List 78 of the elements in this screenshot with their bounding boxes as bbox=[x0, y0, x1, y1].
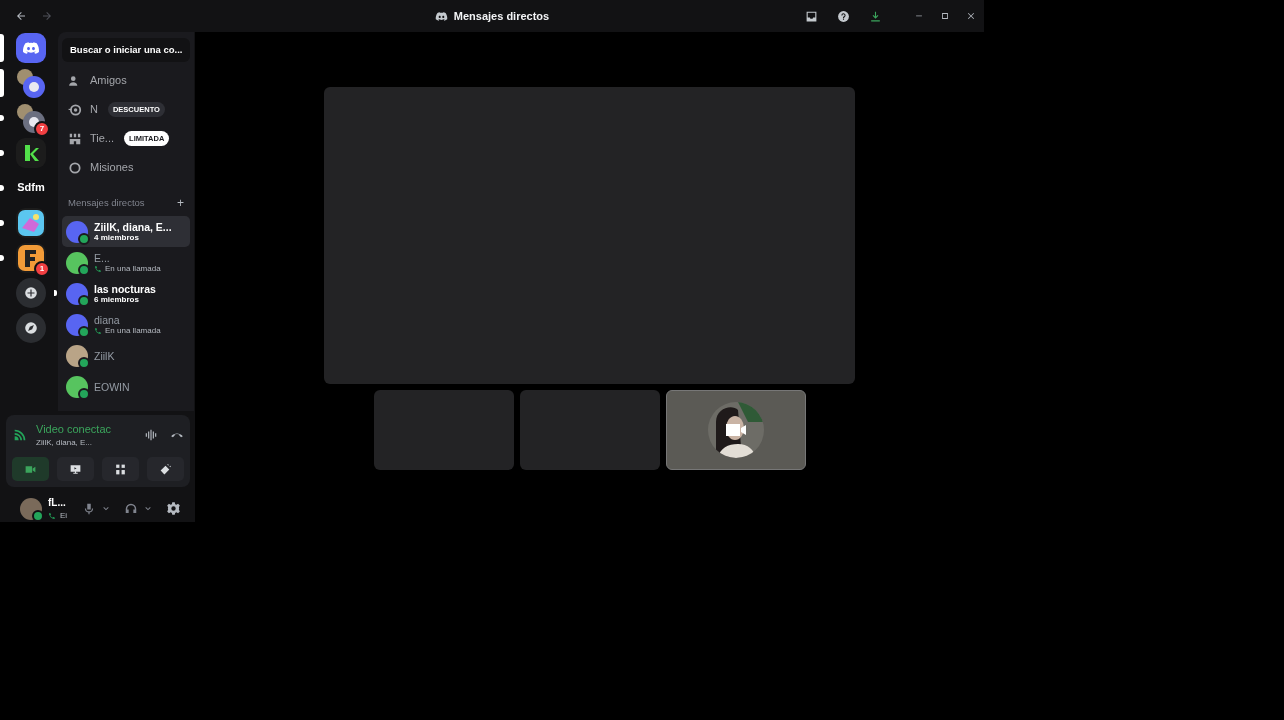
dm-subtitle: 4 miembros bbox=[94, 232, 139, 243]
download-icon bbox=[868, 9, 882, 23]
call-members: ZiilK, diana, E... bbox=[36, 437, 94, 449]
call-control-button[interactable] bbox=[57, 457, 94, 481]
nav-item[interactable]: N bbox=[62, 95, 104, 124]
add-server-button[interactable] bbox=[16, 277, 46, 308]
add-dm-button[interactable]: + bbox=[177, 194, 184, 212]
nav-item[interactable]: Misiones bbox=[62, 153, 140, 182]
online-status-icon bbox=[78, 263, 90, 276]
dm-item[interactable]: ZiilK, diana, E... 4 miembros bbox=[62, 216, 190, 247]
close-icon bbox=[966, 11, 976, 21]
home-button[interactable] bbox=[16, 32, 46, 63]
online-status-icon bbox=[78, 232, 90, 245]
shop-icon bbox=[68, 131, 82, 146]
online-status-icon bbox=[78, 294, 90, 307]
maximize-icon bbox=[940, 11, 950, 21]
window-title: Mensajes directos bbox=[453, 8, 550, 24]
dm-item[interactable]: EOWIN bbox=[62, 371, 190, 402]
dm-subtitle: 6 miembros bbox=[94, 294, 139, 305]
dm-item[interactable]: E... En una llamada bbox=[62, 247, 190, 278]
add-server-icon bbox=[24, 285, 38, 300]
noise-suppression-button[interactable] bbox=[144, 427, 158, 442]
options-caret-button[interactable] bbox=[102, 504, 110, 513]
username: fL... bbox=[48, 496, 67, 510]
call-control-button[interactable] bbox=[102, 457, 139, 481]
discover-button[interactable] bbox=[16, 312, 46, 343]
dm-name: EOWIN bbox=[94, 380, 130, 393]
dm-name: diana bbox=[94, 313, 121, 326]
logo bbox=[18, 244, 44, 271]
sound-wave-icon bbox=[144, 427, 158, 442]
dm-name: las nocturas bbox=[94, 282, 156, 295]
dm-subtitle: En una llamada bbox=[105, 263, 161, 274]
dm-name: ZiilK bbox=[94, 349, 115, 362]
nav-item[interactable]: Tie... bbox=[62, 124, 121, 153]
activities-icon bbox=[114, 462, 127, 476]
call-control-button[interactable] bbox=[147, 457, 184, 481]
options-caret-button[interactable] bbox=[144, 504, 152, 513]
caret-icon bbox=[102, 504, 110, 513]
deafen-button[interactable] bbox=[124, 501, 138, 516]
online-status-icon bbox=[78, 356, 90, 369]
discord-logo-icon bbox=[434, 9, 448, 23]
soundboard-icon bbox=[159, 462, 172, 476]
online-status-icon bbox=[78, 387, 90, 400]
dm-item[interactable]: diana En una llamada bbox=[62, 309, 190, 340]
search-button[interactable]: Buscar o iniciar una co... bbox=[62, 38, 190, 62]
connection-status: Video conectac bbox=[36, 421, 113, 437]
help-icon bbox=[836, 9, 850, 23]
online-status-icon bbox=[78, 325, 90, 338]
headphones-icon bbox=[124, 501, 138, 516]
settings-button[interactable] bbox=[166, 501, 181, 516]
section-heading: Mensajes directos bbox=[68, 195, 145, 210]
phone-icon bbox=[48, 512, 56, 520]
microphone-icon bbox=[82, 501, 96, 516]
nitro-icon bbox=[68, 102, 82, 117]
mute-button[interactable] bbox=[82, 501, 96, 516]
server-logo-button[interactable]: 1 bbox=[16, 242, 46, 273]
forward-arrow-icon bbox=[41, 10, 53, 22]
call-control-button[interactable] bbox=[12, 457, 49, 481]
dm-subtitle: En una llamada bbox=[105, 325, 161, 336]
settings-icon bbox=[166, 501, 181, 516]
server-logo-button[interactable] bbox=[16, 207, 46, 238]
dm-item[interactable]: ZiilK bbox=[62, 340, 190, 371]
screen-share-icon bbox=[69, 462, 82, 476]
dm-name: E... bbox=[94, 251, 111, 264]
inbox-icon bbox=[804, 9, 818, 23]
dm-name: ZiilK, diana, E... bbox=[94, 220, 172, 233]
phone-icon bbox=[94, 264, 102, 273]
server-logo-button[interactable] bbox=[16, 137, 46, 168]
dm-item[interactable]: las nocturas 6 miembros bbox=[62, 278, 190, 309]
caret-icon bbox=[144, 504, 152, 513]
quests-icon bbox=[68, 160, 82, 175]
group-avatar-button[interactable] bbox=[16, 67, 46, 98]
user-status: Ei bbox=[60, 510, 68, 522]
compass-icon bbox=[24, 320, 38, 335]
nav-item[interactable]: Amigos bbox=[62, 66, 133, 95]
back-arrow-icon bbox=[15, 10, 27, 22]
logo bbox=[18, 209, 44, 236]
phone-icon bbox=[94, 326, 102, 335]
